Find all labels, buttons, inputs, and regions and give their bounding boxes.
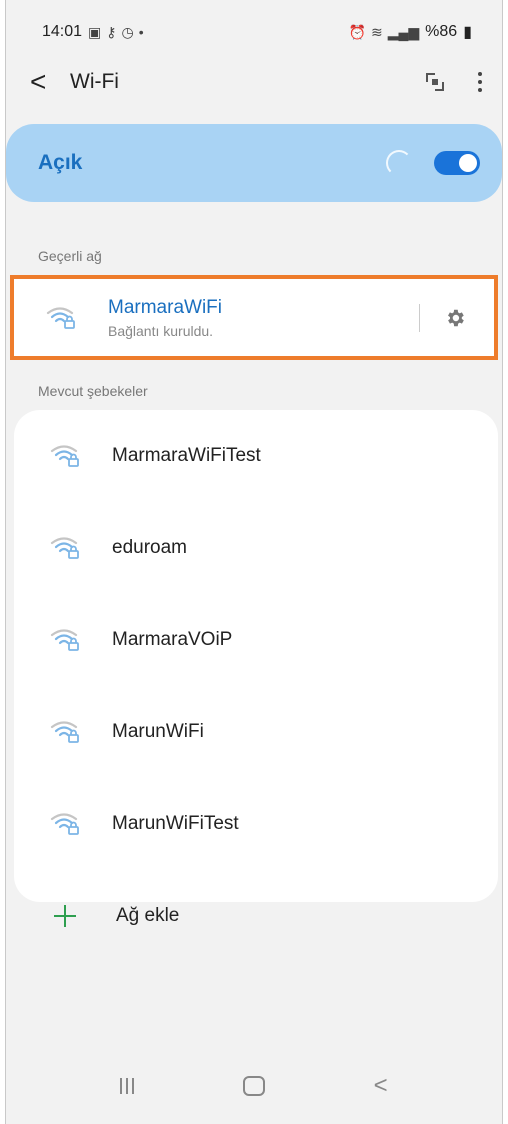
battery-text: %86 <box>425 23 458 40</box>
more-options-icon[interactable] <box>478 72 482 92</box>
network-row-marunwifi[interactable]: MarunWiFi <box>14 686 498 778</box>
status-right: ⏰ ≋ ▂▄▆ %86 ▮ <box>349 22 472 42</box>
gear-icon[interactable] <box>444 307 466 329</box>
scanning-spinner-icon <box>386 150 412 176</box>
navigation-bar: < <box>6 1048 502 1124</box>
current-network-status: Bağlantı kuruldu. <box>108 322 214 339</box>
available-networks-header: Mevcut şebekeler <box>38 383 148 399</box>
network-name: MarunWiFiTest <box>112 813 239 834</box>
toggle-controls <box>386 150 480 176</box>
wifi-lock-icon <box>50 537 79 559</box>
phone-screen: 14:01 ▣ ⚷ ◷ • ⏰ ≋ ▂▄▆ %86 ▮ < Wi-Fi Açık… <box>5 0 503 1124</box>
wifi-switch[interactable] <box>434 151 480 175</box>
alarm-icon: ⏰ <box>348 23 366 40</box>
plus-icon <box>52 903 78 929</box>
recent-apps-icon[interactable] <box>120 1078 135 1094</box>
wifi-lock-icon <box>50 445 79 467</box>
current-network-text: MarmaraWiFi Bağlantı kuruldu. <box>108 297 419 339</box>
wifi-lock-icon <box>50 629 79 651</box>
clock: 14:01 <box>42 23 83 40</box>
status-bar: 14:01 ▣ ⚷ ◷ • ⏰ ≋ ▂▄▆ %86 ▮ <box>6 0 502 64</box>
app-bar-actions <box>426 72 482 92</box>
add-network-button[interactable]: Ağ ekle <box>14 870 498 962</box>
current-network-item[interactable]: MarmaraWiFi Bağlantı kuruldu. <box>10 275 498 360</box>
wifi-lock-icon <box>46 306 75 329</box>
network-name: MarunWiFi <box>112 721 204 742</box>
page-title: Wi-Fi <box>70 70 119 93</box>
divider <box>419 303 420 332</box>
network-name: MarmaraVOiP <box>112 629 233 650</box>
add-network-label: Ağ ekle <box>116 905 180 926</box>
timer-icon: ◷ <box>121 23 134 40</box>
network-name: eduroam <box>112 537 187 558</box>
network-row-eduroam[interactable]: eduroam <box>14 502 498 594</box>
current-network-header: Geçerli ağ <box>38 248 102 264</box>
app-bar: < Wi-Fi <box>6 58 502 106</box>
current-network-name: MarmaraWiFi <box>108 296 222 318</box>
home-icon[interactable] <box>242 1076 265 1096</box>
nav-back-icon[interactable]: < <box>374 1072 388 1100</box>
available-networks-list: MarmaraWiFiTest eduroam MarmaraVOiP Maru… <box>14 410 498 927</box>
wifi-status-icon: ≋ <box>370 23 383 40</box>
network-row-marmarawifitest[interactable]: MarmaraWiFiTest <box>14 410 498 502</box>
key-icon: ⚷ <box>106 23 117 40</box>
notification-icons: ▣ ⚷ ◷ • <box>88 24 144 41</box>
dot-icon: • <box>138 24 144 40</box>
status-left: 14:01 ▣ ⚷ ◷ • <box>42 23 144 41</box>
toggle-label: Açık <box>38 151 83 174</box>
network-name: MarmaraWiFiTest <box>112 445 261 466</box>
network-row-marmaravoip[interactable]: MarmaraVOiP <box>14 594 498 686</box>
network-row-marunwifitest[interactable]: MarunWiFiTest <box>14 778 498 870</box>
wifi-toggle-card[interactable]: Açık <box>6 124 502 202</box>
system-icons: ⏰ ≋ ▂▄▆ <box>349 24 420 41</box>
wifi-lock-icon <box>50 721 79 743</box>
back-button[interactable]: < <box>30 66 64 98</box>
wifi-lock-icon <box>50 813 79 835</box>
qr-scan-icon[interactable] <box>426 73 444 91</box>
image-icon: ▣ <box>88 23 102 40</box>
battery-icon: ▮ <box>463 24 472 41</box>
signal-icon: ▂▄▆ <box>387 23 420 40</box>
